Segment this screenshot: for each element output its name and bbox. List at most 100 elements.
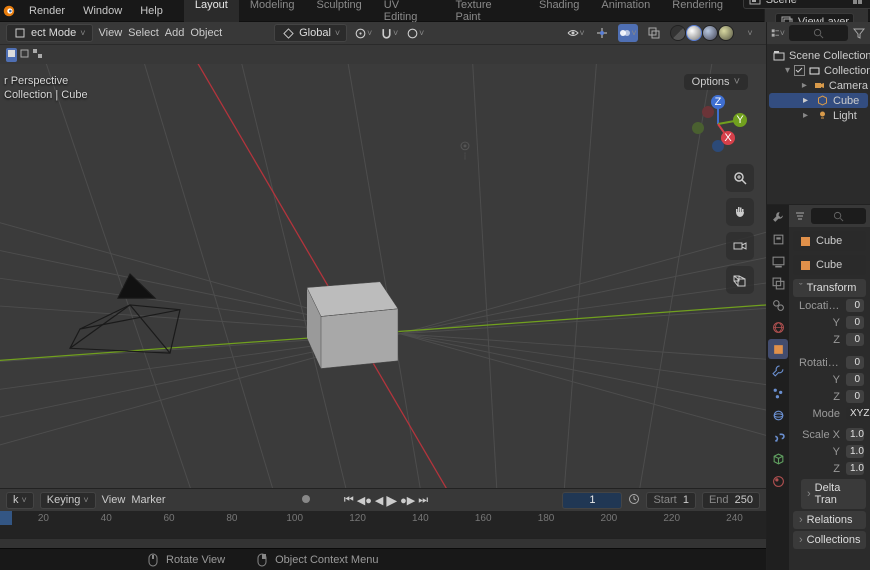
- outliner-scene-collection[interactable]: Scene Collection: [769, 48, 868, 63]
- viewport-options-popover[interactable]: Options˅: [684, 74, 748, 90]
- outliner-item-light[interactable]: ▸ Light: [769, 108, 868, 123]
- play-icon[interactable]: ▶: [386, 492, 397, 509]
- autokey-toggle[interactable]: [300, 493, 312, 508]
- outliner-search[interactable]: [789, 25, 848, 41]
- shading-wireframe[interactable]: [670, 25, 686, 41]
- prop-tab-render[interactable]: [768, 229, 788, 249]
- prop-tab-viewlayer[interactable]: [768, 273, 788, 293]
- header-view[interactable]: View: [99, 27, 123, 39]
- header-select[interactable]: Select: [128, 27, 159, 39]
- header-object[interactable]: Object: [190, 27, 222, 39]
- shading-solid[interactable]: [686, 25, 702, 41]
- field-rotation-z[interactable]: 0: [846, 390, 864, 403]
- camera-view-icon[interactable]: [726, 232, 754, 260]
- prop-tab-material[interactable]: [768, 471, 788, 491]
- end-frame-field[interactable]: End 250: [702, 492, 760, 509]
- outliner-filter-icon[interactable]: [852, 26, 866, 40]
- gizmo-toggle[interactable]: [592, 24, 612, 42]
- select-mode-1[interactable]: [6, 48, 17, 62]
- field-rotation-y[interactable]: 0: [846, 373, 864, 386]
- properties-search[interactable]: [811, 208, 866, 224]
- timeline-view-menu[interactable]: View: [102, 494, 126, 506]
- play-reverse-icon[interactable]: ◀: [375, 494, 383, 507]
- checkbox-icon[interactable]: [794, 64, 805, 77]
- field-location-y[interactable]: 0: [846, 316, 864, 329]
- menu-help[interactable]: Help: [131, 1, 172, 21]
- jump-end-icon[interactable]: ⏭: [418, 494, 428, 507]
- panel-collections-header[interactable]: Collections: [793, 531, 866, 549]
- playback-menu[interactable]: k: [6, 492, 34, 509]
- panel-transform-header[interactable]: Transform: [793, 279, 866, 297]
- jump-start-icon[interactable]: ⏮: [344, 494, 354, 507]
- shading-matprev[interactable]: [702, 25, 718, 41]
- menu-window[interactable]: Window: [74, 1, 131, 21]
- props-filter-icon[interactable]: [793, 209, 807, 223]
- panel-relations-header[interactable]: Relations: [793, 511, 866, 529]
- scene-icon: [748, 0, 762, 7]
- object-cube[interactable]: [307, 282, 398, 369]
- perspective-toggle-icon[interactable]: [726, 266, 754, 294]
- snap-dropdown[interactable]: [379, 24, 399, 42]
- timeline-track[interactable]: 20 40 60 80 100 120 140 160 180 200 220 …: [0, 511, 766, 538]
- xray-toggle[interactable]: [644, 24, 664, 42]
- field-rotation-x[interactable]: 0: [846, 356, 864, 369]
- keying-menu[interactable]: Keying: [40, 492, 96, 509]
- object-visibility-dropdown[interactable]: [566, 24, 586, 42]
- prop-tab-particles[interactable]: [768, 383, 788, 403]
- prop-tab-modifiers[interactable]: [768, 361, 788, 381]
- pan-tool-icon[interactable]: [726, 198, 754, 226]
- prop-tab-scene[interactable]: [768, 295, 788, 315]
- nav-gizmo[interactable]: Z Y X: [688, 94, 748, 154]
- zoom-tool-icon[interactable]: [726, 164, 754, 192]
- prop-tab-world[interactable]: [768, 317, 788, 337]
- properties-editor: Cube Cube Transform Locatio...0 Y0 Z0 Ro…: [767, 204, 870, 570]
- collection-icon: [773, 49, 785, 62]
- prop-tab-object[interactable]: [768, 339, 788, 359]
- keyframe-next-icon[interactable]: ●▶: [400, 494, 415, 507]
- 3d-viewport[interactable]: r Perspective Collection | Cube Options˅…: [0, 64, 766, 488]
- properties-breadcrumb-1[interactable]: Cube: [793, 231, 866, 251]
- prop-tab-data[interactable]: [768, 449, 788, 469]
- outliner-header: [767, 22, 870, 44]
- panel-delta-transform-header[interactable]: Delta Tran: [801, 479, 866, 509]
- orientation-selector[interactable]: Global: [274, 24, 347, 42]
- preview-range-icon[interactable]: [628, 493, 640, 508]
- header-add[interactable]: Add: [165, 27, 185, 39]
- proportional-edit-dropdown[interactable]: [405, 24, 425, 42]
- menu-render[interactable]: Render: [20, 1, 74, 21]
- overlay-object-path: Collection | Cube: [4, 88, 88, 102]
- viewport-canvas: [0, 64, 766, 488]
- mode-selector[interactable]: ect Mode: [6, 24, 93, 42]
- field-location-x[interactable]: 0: [846, 299, 864, 312]
- prop-tab-tool[interactable]: [768, 207, 788, 227]
- prop-tab-physics[interactable]: [768, 405, 788, 425]
- current-frame-field[interactable]: 1: [562, 492, 622, 509]
- prop-tab-output[interactable]: [768, 251, 788, 271]
- outliner-item-camera[interactable]: ▸ Camera: [769, 78, 868, 93]
- timeline-marker-menu[interactable]: Marker: [131, 494, 165, 506]
- outliner-item-cube[interactable]: ▸ Cube: [769, 93, 868, 108]
- field-scale-x[interactable]: 1.0: [846, 428, 864, 441]
- select-mode-3[interactable]: [32, 48, 43, 62]
- playback-controls: ⏮ ◀● ◀ ▶ ●▶ ⏭: [344, 492, 428, 509]
- keyframe-prev-icon[interactable]: ◀●: [357, 494, 372, 507]
- start-frame-field[interactable]: Start 1: [646, 492, 695, 509]
- field-location-z[interactable]: 0: [846, 333, 864, 346]
- prop-tab-constraints[interactable]: [768, 427, 788, 447]
- properties-breadcrumb-2[interactable]: Cube: [793, 255, 866, 275]
- playhead[interactable]: [0, 511, 12, 525]
- outliner-mode-icon[interactable]: [771, 26, 785, 40]
- browse-scene-icon[interactable]: [851, 0, 865, 7]
- shading-rendered[interactable]: [718, 25, 734, 41]
- outliner-collection[interactable]: ▾ Collection: [769, 63, 868, 78]
- overlays-toggle[interactable]: [618, 24, 638, 42]
- outliner[interactable]: Scene Collection ▾ Collection ▸ Camera ▸…: [767, 44, 870, 204]
- shading-dropdown[interactable]: [740, 24, 760, 42]
- select-mode-2[interactable]: [19, 48, 30, 62]
- scene-selector[interactable]: Scene ×: [743, 0, 870, 9]
- field-scale-z[interactable]: 1.0: [846, 462, 864, 475]
- timeline-scrollbar[interactable]: [0, 538, 766, 548]
- pivot-point-dropdown[interactable]: [353, 24, 373, 42]
- field-scale-y[interactable]: 1.0: [846, 445, 864, 458]
- field-rotation-mode[interactable]: XYZ: [846, 407, 864, 420]
